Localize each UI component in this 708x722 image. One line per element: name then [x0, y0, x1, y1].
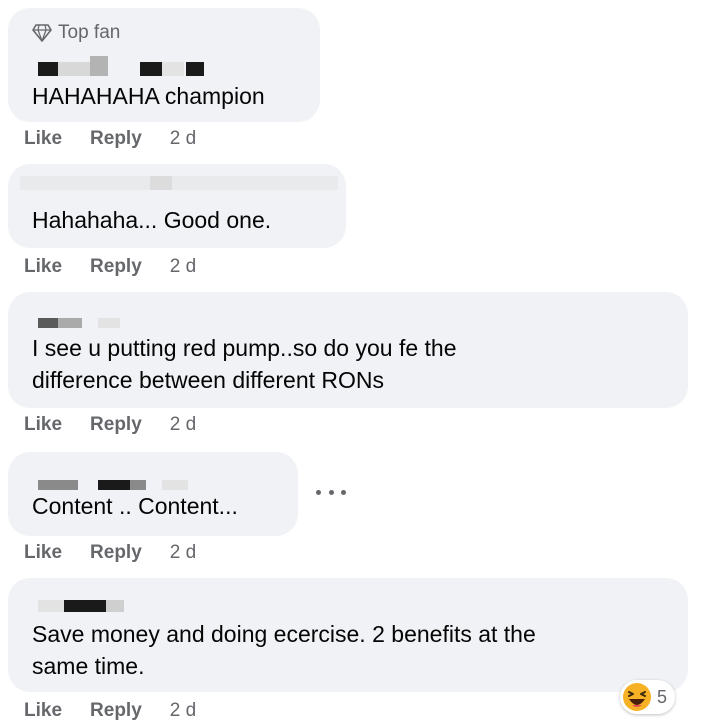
reply-button[interactable]: Reply [90, 256, 142, 278]
timestamp[interactable]: 2 d [170, 256, 196, 278]
comment-text: Save money and doing ecercise. 2 benefit… [32, 621, 536, 679]
reaction-count-value: 5 [657, 686, 668, 707]
comment-actions: Like Reply 2 d [24, 542, 196, 564]
like-button[interactable]: Like [24, 414, 62, 436]
author-name-redacted[interactable] [38, 316, 138, 332]
comment-text: Hahahaha... Good one. [32, 207, 272, 233]
like-button[interactable]: Like [24, 256, 62, 278]
reply-button[interactable]: Reply [90, 414, 142, 436]
reaction-count[interactable]: 5 [620, 680, 676, 714]
reply-button[interactable]: Reply [90, 128, 142, 150]
comment-text: Content .. Content... [32, 493, 238, 519]
reply-button[interactable]: Reply [90, 542, 142, 564]
comment-bubble: I see u putting red pump..so do you fe t… [8, 292, 688, 408]
comment-bubble: Content .. Content... [8, 452, 298, 536]
author-name-redacted[interactable] [38, 54, 213, 82]
reply-button[interactable]: Reply [90, 700, 142, 722]
comment-bubble: Top fan HAHAHAHA champion [8, 8, 320, 122]
top-fan-label: Top fan [58, 22, 121, 43]
comment-bubble: Save money and doing ecercise. 2 benefit… [8, 578, 688, 692]
comment-bubble: Hahahaha... Good one. [8, 164, 346, 248]
comment-text: HAHAHAHA champion [32, 83, 265, 109]
comment-actions: Like Reply 2 d [24, 128, 196, 150]
timestamp[interactable]: 2 d [170, 700, 196, 722]
top-fan-badge: Top fan [32, 22, 120, 44]
comment-actions: Like Reply 2 d [24, 256, 196, 278]
diamond-icon [32, 24, 52, 42]
timestamp[interactable]: 2 d [170, 542, 196, 564]
author-name-redacted[interactable] [38, 598, 138, 614]
like-button[interactable]: Like [24, 542, 62, 564]
timestamp[interactable]: 2 d [170, 414, 196, 436]
like-button[interactable]: Like [24, 700, 62, 722]
more-options-icon[interactable] [316, 484, 346, 500]
comment-text: I see u putting red pump..so do you fe t… [32, 335, 457, 393]
haha-emoji-icon [623, 683, 651, 711]
author-name-redacted[interactable] [20, 174, 338, 194]
comment-actions: Like Reply 2 d [24, 700, 196, 722]
like-button[interactable]: Like [24, 128, 62, 150]
timestamp[interactable]: 2 d [170, 128, 196, 150]
comment-actions: Like Reply 2 d [24, 414, 196, 436]
